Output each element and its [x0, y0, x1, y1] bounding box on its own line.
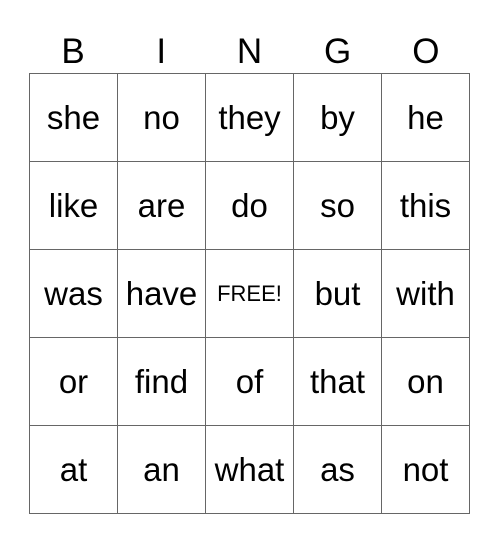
bingo-cell[interactable]: he [382, 74, 470, 162]
bingo-cell[interactable]: do [206, 162, 294, 250]
bingo-cell[interactable]: by [294, 74, 382, 162]
bingo-cell[interactable]: like [30, 162, 118, 250]
bingo-header: B I N G O [29, 30, 470, 73]
header-letter-i: I [156, 32, 167, 71]
bingo-cell[interactable]: but [294, 250, 382, 338]
bingo-cell[interactable]: so [294, 162, 382, 250]
bingo-cell[interactable]: what [206, 426, 294, 514]
bingo-cell[interactable]: that [294, 338, 382, 426]
bingo-cell[interactable]: at [30, 426, 118, 514]
bingo-cell[interactable]: of [206, 338, 294, 426]
bingo-cell[interactable]: or [30, 338, 118, 426]
bingo-cell[interactable]: they [206, 74, 294, 162]
free-space-cell[interactable]: FREE! [206, 250, 294, 338]
bingo-cell[interactable]: this [382, 162, 470, 250]
header-letter-n: N [236, 32, 263, 71]
bingo-cell[interactable]: are [118, 162, 206, 250]
bingo-cell[interactable]: not [382, 426, 470, 514]
bingo-card: she no they by he like are do so this was have FREE!… [29, 73, 470, 514]
bingo-cell[interactable]: as [294, 426, 382, 514]
header-letter-b: B [61, 32, 85, 71]
bingo-cell[interactable]: find [118, 338, 206, 426]
bingo-cell[interactable]: she [30, 74, 118, 162]
bingo-cell[interactable]: with [382, 250, 470, 338]
header-letter-o: O [412, 32, 440, 71]
bingo-cell[interactable]: no [118, 74, 206, 162]
bingo-cell[interactable]: was [30, 250, 118, 338]
bingo-cell[interactable]: an [118, 426, 206, 514]
bingo-cell[interactable]: on [382, 338, 470, 426]
header-letter-g: G [324, 32, 352, 71]
bingo-cell[interactable]: have [118, 250, 206, 338]
